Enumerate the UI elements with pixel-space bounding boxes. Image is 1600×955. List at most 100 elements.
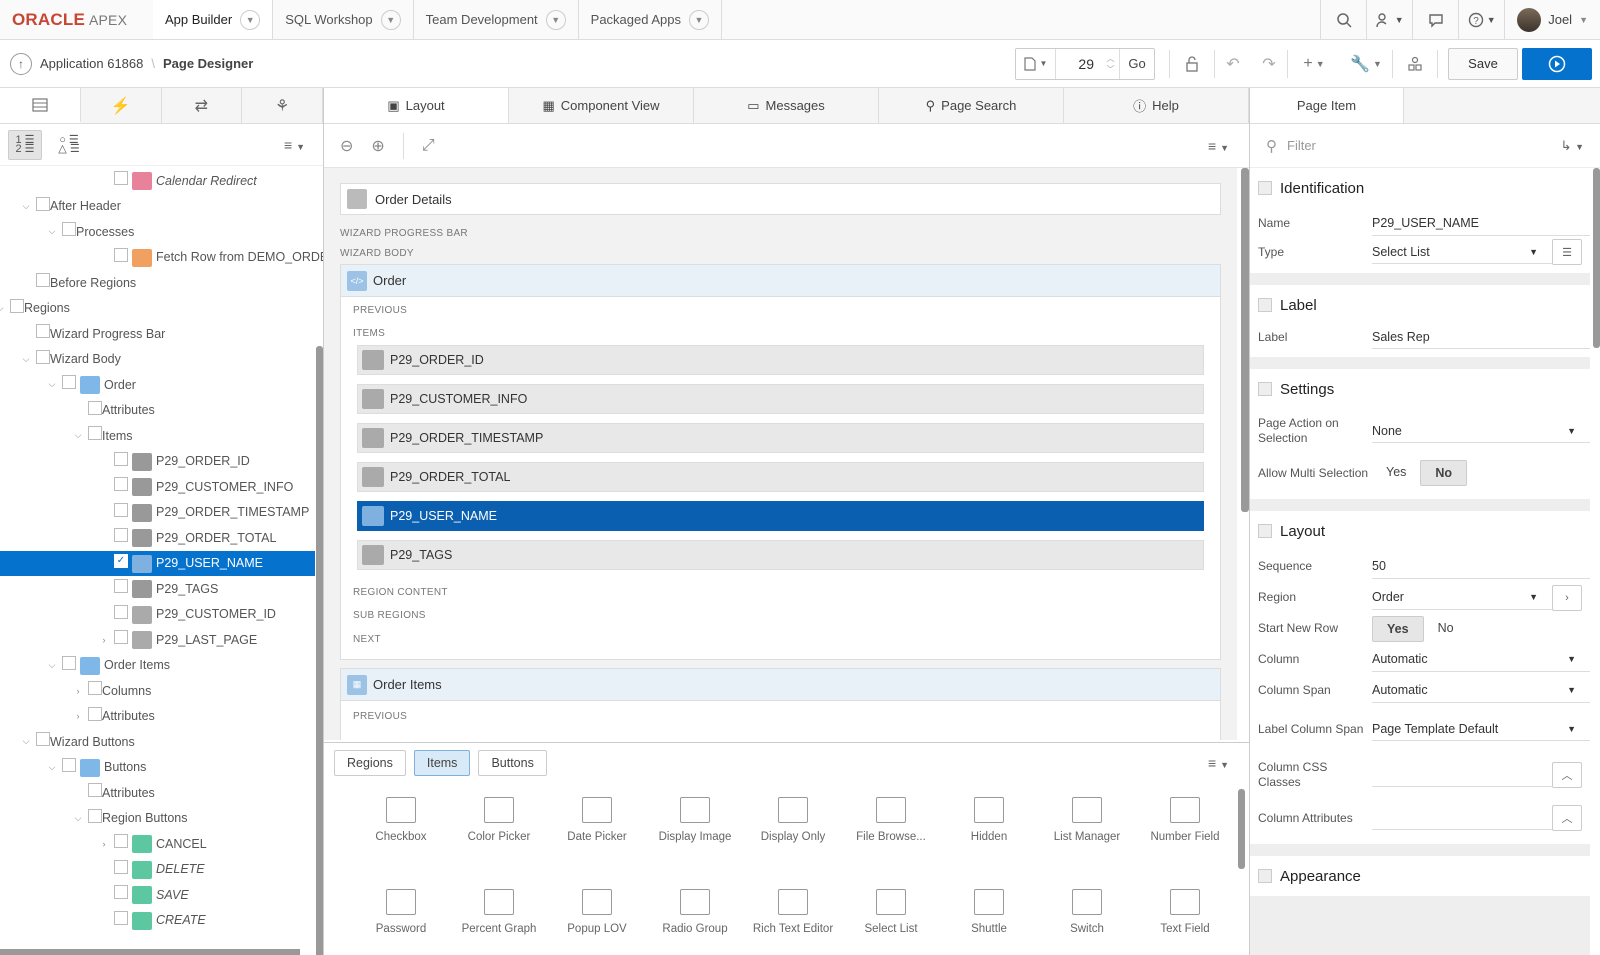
gallery-item-display-only[interactable]: Display Only: [744, 783, 842, 875]
gallery-item-percent-graph[interactable]: Percent Graph: [450, 875, 548, 955]
column-attributes-input[interactable]: [1372, 806, 1552, 830]
tree-node[interactable]: › Attributes: [0, 704, 315, 730]
chevron-down-icon[interactable]: ⌵: [72, 430, 84, 441]
gallery-item-hidden[interactable]: Hidden: [940, 783, 1038, 875]
tab-shared-components[interactable]: ⚘: [242, 88, 323, 123]
save-and-run-button[interactable]: [1522, 47, 1592, 80]
chevron-right-icon[interactable]: ›: [1552, 584, 1582, 611]
oracle-apex-logo[interactable]: ORACLE APEX: [0, 0, 153, 39]
chevron-down-icon[interactable]: ⌵: [20, 354, 32, 365]
menu-icon[interactable]: ≡ ▼: [1208, 138, 1229, 154]
menu-icon[interactable]: ≡ ▼: [284, 137, 305, 153]
chevron-down-icon[interactable]: ▼: [545, 9, 566, 30]
tree-node[interactable]: ⌵ Processes: [0, 219, 315, 245]
region-order-items[interactable]: ▦ Order Items PREVIOUS: [340, 668, 1221, 740]
zoom-in-icon[interactable]: ⊕: [371, 136, 384, 156]
tree-horizontal-scrollbar[interactable]: [0, 949, 300, 955]
tree-node[interactable]: ⌵ Order: [0, 372, 315, 398]
allow-multi-selection-toggle[interactable]: Yes No: [1372, 460, 1468, 486]
tree-node[interactable]: ⌵ Order Items: [0, 653, 315, 679]
label-column-span-select[interactable]: Page Template Default ▼: [1372, 717, 1590, 741]
tree-checkbox[interactable]: [114, 451, 128, 466]
column-select[interactable]: Automatic ▼: [1372, 648, 1590, 672]
tree-node[interactable]: Fetch Row from DEMO_ORDERS: [0, 245, 323, 271]
tree-checkbox[interactable]: [114, 247, 128, 262]
sequence-input[interactable]: 50: [1372, 555, 1590, 579]
region-order-details[interactable]: Order Details: [340, 183, 1221, 215]
tree-node[interactable]: › Columns: [0, 678, 315, 704]
tree-checkbox[interactable]: [114, 885, 128, 899]
gallery-item-text-field[interactable]: Text Field: [1136, 875, 1234, 955]
chevron-down-icon[interactable]: ▼: [240, 9, 261, 30]
tree-checkbox[interactable]: [114, 910, 128, 925]
gallery-item-list-manager[interactable]: List Manager: [1038, 783, 1136, 875]
gallery-item-popup-lov[interactable]: Popup LOV: [548, 875, 646, 955]
page-item-p29-order-id[interactable]: P29_ORDER_ID: [357, 345, 1204, 375]
tree-node[interactable]: ⌵ Items: [0, 423, 315, 449]
chevron-down-icon[interactable]: ⌵: [46, 660, 58, 671]
tree-checkbox[interactable]: [88, 783, 102, 797]
tree-checkbox[interactable]: [62, 757, 76, 772]
chevron-down-icon[interactable]: ▼: [689, 9, 710, 30]
column-span-select[interactable]: Automatic ▼: [1372, 679, 1590, 703]
tree-node[interactable]: › P29_LAST_PAGE: [0, 627, 315, 653]
tree-node[interactable]: DELETE: [0, 857, 315, 883]
tree-checkbox[interactable]: [114, 171, 128, 185]
collapse-toggle[interactable]: [1258, 382, 1272, 396]
tree-checkbox[interactable]: [62, 222, 76, 236]
tree-node[interactable]: ⌵ Wizard Body: [0, 347, 315, 373]
column-css-classes-input[interactable]: [1372, 763, 1552, 787]
page-item-p29-user-name[interactable]: P29_USER_NAME: [357, 501, 1204, 531]
redo-icon[interactable]: ↷: [1251, 40, 1287, 87]
chevron-down-icon[interactable]: ⌵: [46, 226, 58, 237]
lock-icon[interactable]: [1170, 40, 1214, 87]
tab-help[interactable]: ⓘ Help: [1064, 88, 1249, 123]
expand-icon[interactable]: ⤢: [422, 137, 435, 155]
name-input[interactable]: P29_USER_NAME: [1372, 212, 1590, 236]
tree-view-button[interactable]: 1 ☰ 2 ☰: [8, 129, 42, 160]
up-arrow-icon[interactable]: ↑: [10, 52, 32, 75]
chevron-down-icon[interactable]: ⌵: [72, 813, 84, 824]
chevron-down-icon[interactable]: ▼: [380, 9, 401, 30]
tree-checkbox[interactable]: [114, 630, 128, 644]
tab-dynamic-actions[interactable]: ⚡: [81, 88, 162, 123]
administration-icon[interactable]: ▼: [1366, 0, 1412, 39]
tree-checkbox[interactable]: [88, 400, 102, 415]
region-select[interactable]: Order ▼: [1372, 586, 1552, 610]
chevron-down-icon[interactable]: ⌵: [20, 201, 32, 212]
tree-checkbox[interactable]: [36, 349, 50, 364]
tree-node[interactable]: Calendar Redirect: [0, 168, 315, 194]
tree-checkbox[interactable]: [36, 273, 50, 287]
tree-node[interactable]: Wizard Progress Bar: [0, 321, 315, 347]
chevron-right-icon[interactable]: ›: [72, 686, 84, 696]
tree-node[interactable]: P29_ORDER_TOTAL: [0, 525, 315, 551]
nav-tab-sql-workshop[interactable]: SQL Workshop ▼: [273, 0, 414, 39]
tree-node[interactable]: Before Regions: [0, 270, 315, 296]
chevron-up-icon[interactable]: ︿: [1552, 805, 1582, 831]
tree-checkbox[interactable]: [114, 502, 128, 517]
start-new-row-toggle[interactable]: Yes No: [1372, 615, 1468, 642]
group-by-component-button[interactable]: ○ ☰ △ ☰: [52, 130, 86, 160]
canvas-scrollbar[interactable]: [1241, 168, 1249, 512]
tree-node[interactable]: ⌵ Regions: [0, 296, 315, 322]
tree-checkbox[interactable]: [114, 859, 128, 874]
tree-node[interactable]: P29_CUSTOMER_INFO: [0, 474, 315, 500]
tree-checkbox[interactable]: [114, 604, 128, 619]
tab-page-search[interactable]: ⚲ Page Search: [879, 88, 1064, 123]
go-to-group-icon[interactable]: ↳ ▼: [1561, 138, 1584, 154]
page-item-p29-tags[interactable]: P29_TAGS: [357, 540, 1204, 570]
chevron-right-icon[interactable]: ›: [98, 635, 110, 645]
tree-checkbox[interactable]: [88, 426, 102, 440]
chevron-down-icon[interactable]: ⌵: [46, 762, 58, 773]
create-menu-icon[interactable]: + ▼: [1288, 40, 1340, 87]
tree-node[interactable]: ⌵ Buttons: [0, 755, 315, 781]
gallery-item-radio-group[interactable]: Radio Group: [646, 875, 744, 955]
property-scrollbar[interactable]: [1593, 168, 1600, 348]
gallery-item-switch[interactable]: Switch: [1038, 875, 1136, 955]
gallery-item-number-field[interactable]: Number Field: [1136, 783, 1234, 875]
user-menu[interactable]: Joel ▼: [1504, 0, 1600, 39]
tree-checkbox[interactable]: [114, 579, 128, 593]
gallery-scrollbar[interactable]: [1238, 789, 1245, 869]
chat-icon[interactable]: [1412, 0, 1458, 39]
menu-icon[interactable]: ≡ ▼: [1208, 755, 1229, 771]
